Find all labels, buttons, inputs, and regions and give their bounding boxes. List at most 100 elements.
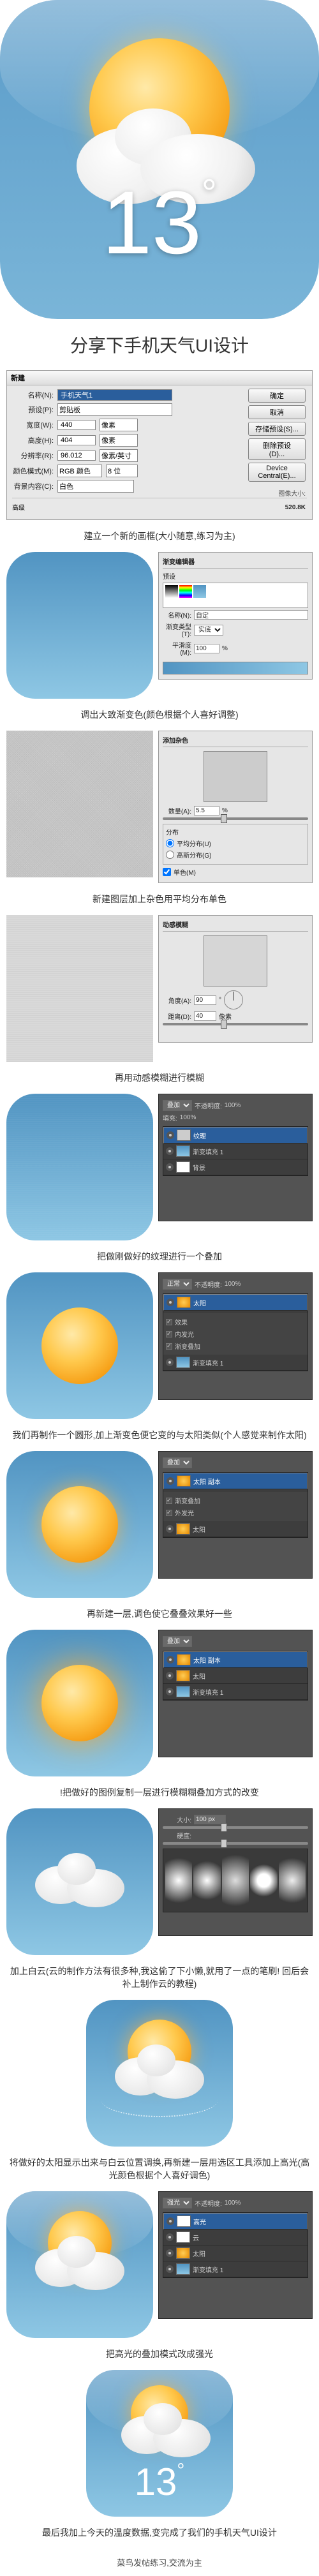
- width-unit[interactable]: 像素: [100, 419, 138, 431]
- visibility-icon[interactable]: [166, 1525, 174, 1533]
- name-input[interactable]: 手机天气1: [57, 389, 172, 401]
- visibility-icon[interactable]: [167, 1656, 174, 1664]
- visibility-icon[interactable]: [167, 2217, 174, 2225]
- amount-slider[interactable]: [163, 817, 308, 820]
- layer-row[interactable]: 渐变填充 1: [163, 1355, 308, 1371]
- preview-highlight-arc: [86, 2000, 233, 2147]
- visibility-icon[interactable]: [166, 2249, 174, 2257]
- preset-swatch[interactable]: [179, 585, 192, 598]
- fx-row[interactable]: 外发光: [166, 1507, 305, 1519]
- visibility-icon[interactable]: [166, 1672, 174, 1679]
- layer-row[interactable]: 纹理: [163, 1127, 308, 1143]
- height-label: 高度(H):: [12, 435, 54, 445]
- advanced-toggle[interactable]: 高级: [12, 502, 25, 512]
- layers-panel-5: 叠加不透明度:100% 填充:100% 纹理 渐变填充 1 背景: [158, 1094, 313, 1221]
- temperature-display: 13°: [0, 171, 319, 274]
- cancel-button[interactable]: 取消: [248, 405, 306, 419]
- dist-label: 分布: [166, 827, 305, 837]
- blend-mode-select[interactable]: 叠加: [163, 1100, 192, 1111]
- visibility-icon[interactable]: [166, 2233, 174, 2241]
- layer-row[interactable]: 太阳 副本: [163, 1473, 308, 1489]
- blur-title: 动感模糊: [163, 919, 308, 932]
- hero-weather-icon: 13°: [0, 0, 319, 319]
- preset-swatch[interactable]: [165, 585, 178, 598]
- blur-preview-thumb: [204, 935, 267, 986]
- visibility-icon[interactable]: [167, 1477, 174, 1485]
- layer-row[interactable]: 云: [163, 2230, 308, 2245]
- fx-row[interactable]: 效果: [166, 1316, 305, 1328]
- layer-row[interactable]: 背景: [163, 1159, 308, 1175]
- smooth-input[interactable]: [194, 644, 219, 653]
- step-12-caption: 最后我加上今天的温度数据,变完成了我们的手机天气UI设计: [0, 2517, 319, 2549]
- uniform-radio[interactable]: [166, 839, 174, 847]
- blend-mode-select[interactable]: 叠加: [163, 1636, 192, 1647]
- visibility-icon[interactable]: [166, 2265, 174, 2273]
- mode-label: 颜色模式(M):: [12, 466, 54, 476]
- noise-preview-thumb: [204, 751, 267, 802]
- res-unit[interactable]: 像素/英寸: [100, 449, 138, 462]
- layer-row[interactable]: 太阳: [163, 2245, 308, 2261]
- bg-select[interactable]: 白色: [57, 480, 134, 493]
- preset-swatch[interactable]: [193, 585, 206, 598]
- layer-row[interactable]: 太阳: [163, 1294, 308, 1311]
- layer-row[interactable]: 太阳: [163, 1521, 308, 1537]
- mono-checkbox[interactable]: [163, 868, 171, 876]
- visibility-icon[interactable]: [166, 1359, 174, 1366]
- visibility-icon[interactable]: [166, 1147, 174, 1155]
- grad-name-input[interactable]: [194, 610, 308, 620]
- step-2-caption: 调出大致渐变色(颜色根据个人喜好调整): [0, 699, 319, 731]
- fx-row[interactable]: 渐变叠加: [166, 1340, 305, 1352]
- device-central-button[interactable]: Device Central(E)...: [248, 463, 306, 482]
- grad-type-select[interactable]: 实底: [194, 625, 223, 636]
- hardness-slider[interactable]: [163, 1842, 308, 1845]
- blend-mode-select[interactable]: 正常: [163, 1279, 192, 1290]
- width-input[interactable]: 440: [57, 420, 96, 430]
- delete-preset-button[interactable]: 删除预设(D)...: [248, 438, 306, 460]
- height-unit[interactable]: 像素: [100, 434, 138, 447]
- ok-button[interactable]: 确定: [248, 389, 306, 403]
- layer-row[interactable]: 高光: [163, 2213, 308, 2230]
- gradient-editor-panel: 渐变编辑器 预设 名称(N): 渐变类型(T):实底 平滑度(M): %: [158, 552, 313, 680]
- brush-preset[interactable]: [165, 1851, 192, 1910]
- save-preset-button[interactable]: 存储预设(S)...: [248, 422, 306, 436]
- visibility-icon[interactable]: [166, 1163, 174, 1171]
- gaussian-radio[interactable]: [166, 851, 174, 859]
- fx-row[interactable]: 内发光: [166, 1328, 305, 1340]
- visibility-icon[interactable]: [167, 1131, 174, 1139]
- image-size-value: 520.8K: [248, 504, 306, 511]
- fx-row[interactable]: 渐变叠加: [166, 1494, 305, 1507]
- brush-preset[interactable]: [279, 1851, 306, 1910]
- step-9-caption: 加上白云(云的制作方法有很多种,我这偷了下小懒,就用了一点的笔刷! 回后会补上制…: [0, 1955, 319, 2000]
- motion-blur-panel: 动感模糊 角度(A): ° 距离(D):像素: [158, 915, 313, 1043]
- visibility-icon[interactable]: [167, 1299, 174, 1306]
- height-input[interactable]: 404: [57, 435, 96, 445]
- blend-mode-select[interactable]: 叠加: [163, 1457, 192, 1468]
- angle-dial[interactable]: [224, 990, 243, 1009]
- width-label: 宽度(W):: [12, 420, 54, 430]
- brush-preset[interactable]: [250, 1851, 277, 1910]
- gradient-bar[interactable]: [163, 662, 308, 674]
- bits-select[interactable]: 8 位: [106, 465, 138, 477]
- brush-preset[interactable]: [193, 1851, 220, 1910]
- distance-slider[interactable]: [163, 1023, 308, 1025]
- layer-row[interactable]: 渐变填充 1: [163, 2261, 308, 2277]
- image-size-label: 图像大小:: [248, 488, 306, 498]
- layer-row[interactable]: 太阳: [163, 1668, 308, 1684]
- temp-value: 13: [102, 172, 202, 272]
- preset-label: 预设(P):: [12, 405, 54, 415]
- layer-row[interactable]: 太阳 副本: [163, 1651, 308, 1668]
- mode-select[interactable]: RGB 颜色: [57, 465, 102, 477]
- layer-row[interactable]: 渐变填充 1: [163, 1143, 308, 1159]
- amount-input[interactable]: [194, 806, 219, 815]
- preview-sun-copy: [6, 1630, 153, 1776]
- layer-row[interactable]: 渐变填充 1: [163, 1684, 308, 1700]
- size-slider[interactable]: [163, 1826, 308, 1829]
- layers-panel-8: 叠加 太阳 副本 太阳 渐变填充 1: [158, 1630, 313, 1757]
- blend-mode-select[interactable]: 强光: [163, 2198, 192, 2208]
- preset-select[interactable]: 剪贴板: [57, 403, 172, 416]
- angle-input[interactable]: [194, 995, 216, 1005]
- visibility-icon[interactable]: [166, 1688, 174, 1695]
- res-input[interactable]: 96.012: [57, 450, 96, 461]
- brush-preset[interactable]: [222, 1851, 249, 1910]
- distance-input[interactable]: [194, 1011, 216, 1021]
